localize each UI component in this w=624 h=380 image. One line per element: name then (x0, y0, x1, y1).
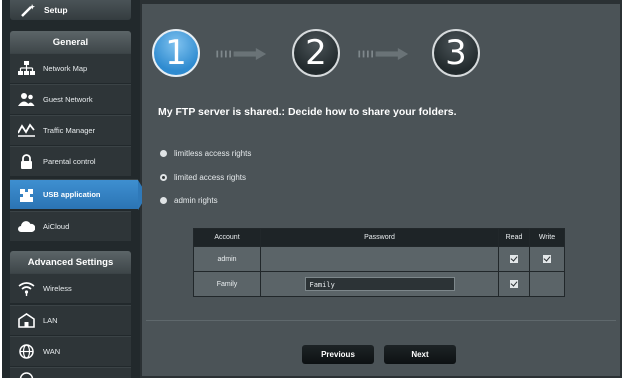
read-checkbox[interactable] (510, 255, 518, 263)
option-label: limitless access rights (174, 149, 251, 158)
column-header-read: Read (499, 229, 530, 247)
divider (146, 320, 616, 321)
sidebar-item-wireless[interactable]: Wireless (10, 273, 131, 303)
account-cell: admin (194, 247, 261, 272)
network-map-icon (18, 61, 35, 76)
advanced-settings-header: Advanced Settings (10, 251, 131, 273)
globe-icon (18, 371, 35, 378)
traffic-manager-icon (18, 123, 35, 138)
radio-button-selected[interactable] (160, 174, 167, 181)
guest-network-icon (18, 92, 35, 107)
sidebar-item-label: Guest Network (43, 95, 93, 104)
sidebar-item-label: Network Map (43, 64, 87, 73)
sidebar: Setup General Network Map Guest Network … (2, 0, 140, 378)
option-limited-access[interactable]: limited access rights (160, 173, 246, 182)
password-cell: Family (261, 272, 499, 297)
account-cell: Family (194, 272, 261, 297)
radio-button[interactable] (160, 150, 167, 157)
sidebar-item-label: USB application (43, 190, 101, 199)
column-header-write: Write (530, 229, 565, 247)
step-2-indicator: 2 (292, 29, 340, 77)
sidebar-item-label: AiCloud (43, 222, 69, 231)
sidebar-item-parental-control[interactable]: Parental control (10, 146, 131, 176)
globe-icon (18, 344, 35, 359)
sidebar-item-label: Parental control (43, 157, 96, 166)
wizard-title: My FTP server is shared.: Decide how to … (158, 106, 457, 118)
sidebar-item-label: WAN (43, 347, 60, 356)
previous-button[interactable]: Previous (302, 345, 374, 364)
step-arrow-icon (354, 48, 416, 60)
table-row: admin (194, 247, 565, 272)
read-cell (499, 272, 530, 297)
option-admin-rights[interactable]: admin rights (160, 196, 218, 205)
sidebar-item-lan[interactable]: LAN (10, 305, 131, 335)
read-checkbox[interactable] (510, 280, 518, 288)
option-label: admin rights (174, 196, 218, 205)
wireless-icon (18, 281, 35, 296)
read-cell (499, 247, 530, 272)
account-permissions-table: Account Password Read Write admin Family… (193, 228, 565, 297)
radio-button[interactable] (160, 197, 167, 204)
general-section-header: General (10, 31, 131, 53)
sidebar-item-wan[interactable]: WAN (10, 336, 131, 366)
table-header-row: Account Password Read Write (194, 229, 565, 247)
sidebar-item-usb-application[interactable]: USB application (10, 179, 138, 209)
wizard-steps: 1 2 3 (142, 4, 620, 86)
sidebar-item-label: Wireless (43, 284, 72, 293)
write-cell (530, 247, 565, 272)
sidebar-item-traffic-manager[interactable]: Traffic Manager (10, 115, 131, 145)
sidebar-item-network-map[interactable]: Network Map (10, 53, 131, 83)
router-admin-window: Setup General Network Map Guest Network … (2, 0, 622, 378)
sidebar-item-guest-network[interactable]: Guest Network (10, 84, 131, 114)
password-input[interactable]: Family (305, 277, 455, 291)
sidebar-item-label: LAN (43, 316, 58, 325)
password-cell (261, 247, 499, 272)
table-row: Family Family (194, 272, 565, 297)
lan-icon (18, 313, 35, 328)
lock-icon (18, 154, 35, 169)
sidebar-item-aicloud[interactable]: AiCloud (10, 211, 131, 241)
option-limitless-access[interactable]: limitless access rights (160, 149, 251, 158)
option-label: limited access rights (174, 173, 246, 182)
sidebar-item-label: Setup (44, 5, 68, 15)
sidebar-item-label: Traffic Manager (43, 126, 95, 135)
sidebar-item-more[interactable] (10, 367, 131, 378)
usb-application-icon (18, 187, 35, 202)
setup-wand-icon (20, 3, 36, 17)
column-header-account: Account (194, 229, 261, 247)
step-3-indicator: 3 (432, 29, 480, 77)
step-arrow-icon (212, 48, 274, 60)
step-1-indicator: 1 (152, 29, 200, 77)
column-header-password: Password (261, 229, 499, 247)
aicloud-icon (18, 219, 35, 234)
next-button[interactable]: Next (384, 345, 456, 364)
wizard-panel: 1 2 3 My FTP server is shared.: Decide h… (142, 4, 620, 376)
write-cell (530, 272, 565, 297)
sidebar-item-setup[interactable]: Setup (10, 0, 131, 20)
write-checkbox[interactable] (543, 255, 551, 263)
